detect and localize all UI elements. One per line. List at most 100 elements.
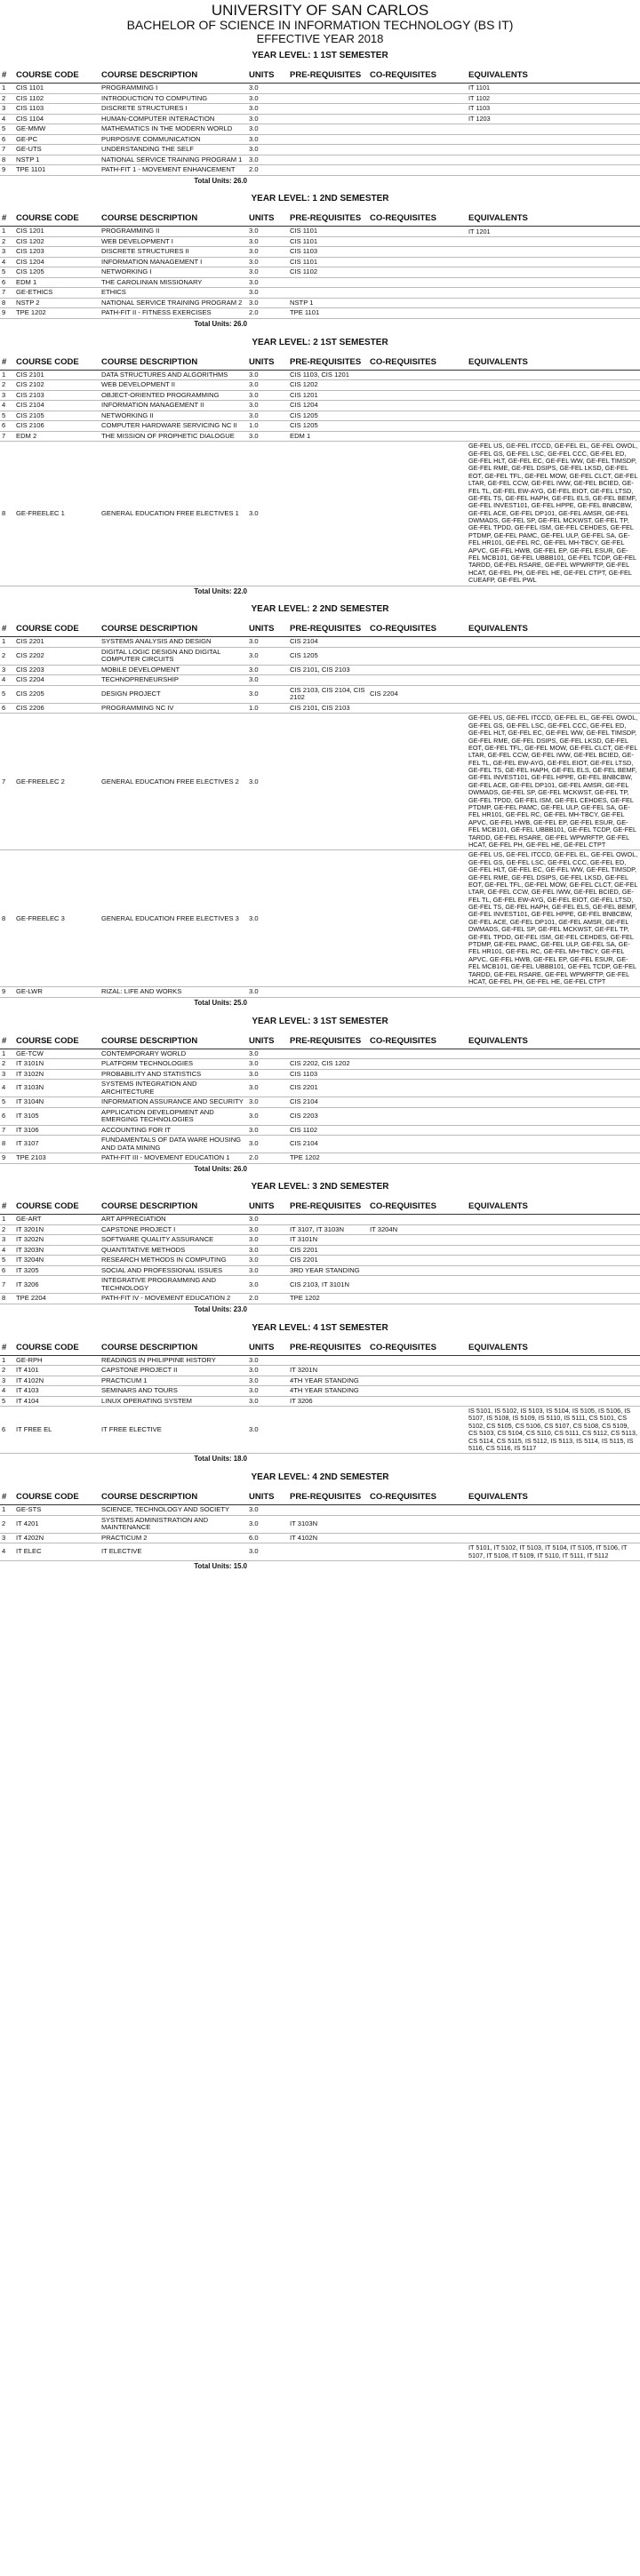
pre-requisites-cell bbox=[288, 674, 368, 686]
co-requisites-cell bbox=[368, 103, 467, 115]
equivalents-cell bbox=[467, 267, 640, 278]
course-description-cell: PROGRAMMING I bbox=[100, 83, 247, 94]
equivalents-cell bbox=[467, 1135, 640, 1154]
course-code-cell: CIS 2201 bbox=[14, 636, 100, 648]
units-cell: 3.0 bbox=[247, 298, 288, 309]
table-row: 7 GE-ETHICS ETHICS 3.0 bbox=[0, 287, 640, 299]
total-spacer bbox=[247, 997, 640, 1009]
column-header-units: UNITS bbox=[247, 1192, 288, 1216]
co-requisites-cell: CIS 2204 bbox=[368, 685, 467, 704]
column-header-units: UNITS bbox=[247, 614, 288, 638]
column-header-course-description: COURSE DESCRIPTION bbox=[100, 347, 247, 371]
co-requisites-cell bbox=[368, 1135, 467, 1154]
units-cell: 3.0 bbox=[247, 257, 288, 268]
co-requisites-cell bbox=[368, 1376, 467, 1387]
equivalents-cell bbox=[467, 636, 640, 648]
equivalents-cell bbox=[467, 420, 640, 432]
course-code-cell: GE-FREELEC 3 bbox=[14, 849, 100, 988]
co-requisites-cell bbox=[368, 144, 467, 156]
table-row: 1 CIS 1101 PROGRAMMING I 3.0 IT 1101 bbox=[0, 83, 640, 94]
table-header-row: # COURSE CODE COURSE DESCRIPTION UNITS PRE-R… bbox=[0, 60, 640, 84]
column-header-co-requisites: CO-REQUISITES bbox=[368, 1025, 467, 1049]
table-row: 7 EDM 2 THE MISSION OF PROPHETIC DIALOGUE 3… bbox=[0, 431, 640, 443]
table-row: 9 GE-LWR RIZAL: LIFE AND WORKS 3.0 bbox=[0, 986, 640, 998]
course-description-cell: READINGS IN PHILIPPINE HISTORY bbox=[100, 1355, 247, 1367]
course-code-cell: IT 3204N bbox=[14, 1255, 100, 1266]
row-number-cell: 8 bbox=[0, 1293, 14, 1304]
units-cell: 3.0 bbox=[247, 1097, 288, 1108]
table-row: 5 IT 3204N RESEARCH METHODS IN COMPUTING 3.… bbox=[0, 1255, 640, 1266]
column-header-pre-requisites: PRE-REQUISITES bbox=[288, 60, 368, 84]
total-spacer bbox=[247, 175, 640, 187]
column-header-row-number: # bbox=[0, 614, 14, 638]
pre-requisites-cell: CIS 2104 bbox=[288, 1097, 368, 1108]
course-table: # COURSE CODE COURSE DESCRIPTION UNITS PRE-R… bbox=[0, 347, 640, 598]
total-units: Total Units: 26.0 bbox=[194, 1164, 247, 1173]
document-header: UNIVERSITY OF SAN CARLOS BACHELOR OF SCI… bbox=[0, 2, 640, 45]
column-header-pre-requisites: PRE-REQUISITES bbox=[288, 347, 368, 371]
column-header-course-code: COURSE CODE bbox=[14, 203, 100, 227]
pre-requisites-cell: 3RD YEAR STANDING bbox=[288, 1265, 368, 1277]
row-number-cell: 4 bbox=[0, 1245, 14, 1256]
units-cell: 3.0 bbox=[247, 370, 288, 381]
units-cell: 3.0 bbox=[247, 1245, 288, 1256]
co-requisites-cell bbox=[368, 1097, 467, 1108]
total-units: Total Units: 15.0 bbox=[194, 1561, 247, 1570]
pre-requisites-cell: IT 3103N bbox=[288, 1515, 368, 1534]
row-number-cell: 3 bbox=[0, 665, 14, 676]
units-cell: 3.0 bbox=[247, 674, 288, 686]
table-row: 6 CIS 2106 COMPUTER HARDWARE SERVICING NC … bbox=[0, 420, 640, 432]
pre-requisites-cell: NSTP 1 bbox=[288, 298, 368, 309]
co-requisites-cell bbox=[368, 1058, 467, 1070]
table-row: 7 IT 3106 ACCOUNTING FOR IT 3.0 CIS 1102 bbox=[0, 1125, 640, 1136]
table-row: 2 IT 4101 CAPSTONE PROJECT II 3.0 IT 3201N bbox=[0, 1365, 640, 1376]
table-row: 4 IT 3203N QUANTITATIVE METHODS 3.0 CIS 2201 bbox=[0, 1245, 640, 1256]
co-requisites-cell bbox=[368, 400, 467, 411]
row-number-cell: 3 bbox=[0, 1234, 14, 1246]
table-row: 7 GE-FREELEC 2 GENERAL EDUCATION FREE ELEC… bbox=[0, 713, 640, 851]
table-row: 2 IT 4201 SYSTEMS ADMINISTRATION AND MAINT… bbox=[0, 1515, 640, 1534]
table-row: 1 GE-STS SCIENCE, TECHNOLOGY AND SOCIETY 3.… bbox=[0, 1504, 640, 1516]
equivalents-cell bbox=[467, 1152, 640, 1164]
pre-requisites-cell: CIS 2101, CIS 2103 bbox=[288, 665, 368, 676]
units-cell: 3.0 bbox=[247, 379, 288, 391]
pre-requisites-cell: IT 3206 bbox=[288, 1396, 368, 1408]
course-description-cell: ETHICS bbox=[100, 287, 247, 299]
course-description-cell: OBJECT-ORIENTED PROGRAMMING bbox=[100, 390, 247, 402]
equivalents-cell bbox=[467, 379, 640, 391]
equivalents-cell bbox=[467, 1355, 640, 1367]
course-description-cell: TECHNOPRENEURSHIP bbox=[100, 674, 247, 686]
units-cell: 3.0 bbox=[247, 144, 288, 156]
equivalents-cell bbox=[467, 124, 640, 135]
table-row: 3 IT 3102N PROBABILITY AND STATISTICS 3.0 CI… bbox=[0, 1069, 640, 1081]
column-header-units: UNITS bbox=[247, 60, 288, 84]
course-code-cell: IT 3201N bbox=[14, 1224, 100, 1236]
row-number-cell: 9 bbox=[0, 307, 14, 319]
units-cell: 3.0 bbox=[247, 1406, 288, 1455]
equivalents-cell: GE-FEL US, GE-FEL ITCCD, GE-FEL EL, GE-F… bbox=[467, 849, 640, 988]
column-header-course-code: COURSE CODE bbox=[14, 60, 100, 84]
row-number-cell: 3 bbox=[0, 390, 14, 402]
course-description-cell: DESIGN PROJECT bbox=[100, 685, 247, 704]
equivalents-cell bbox=[467, 298, 640, 309]
column-header-co-requisites: CO-REQUISITES bbox=[368, 614, 467, 638]
units-cell: 1.0 bbox=[247, 703, 288, 714]
course-code-cell: GE-RPH bbox=[14, 1355, 100, 1367]
pre-requisites-cell: CIS 1101 bbox=[288, 257, 368, 268]
pre-requisites-cell: CIS 2103, IT 3101N bbox=[288, 1275, 368, 1295]
table-row: 9 TPE 1202 PATH-FIT II - FITNESS EXERCISES… bbox=[0, 307, 640, 319]
table-row: 2 IT 3101N PLATFORM TECHNOLOGIES 3.0 CIS 220… bbox=[0, 1058, 640, 1070]
course-code-cell: IT 4102N bbox=[14, 1376, 100, 1387]
pre-requisites-cell: 4TH YEAR STANDING bbox=[288, 1385, 368, 1397]
total-units: Total Units: 18.0 bbox=[194, 1455, 247, 1463]
row-number-cell: 4 bbox=[0, 400, 14, 411]
column-header-row-number: # bbox=[0, 60, 14, 84]
semester-title: YEAR LEVEL: 2 2ND SEMESTER bbox=[251, 604, 389, 615]
table-row: 8 GE-FREELEC 3 GENERAL EDUCATION FREE ELEC… bbox=[0, 849, 640, 988]
pre-requisites-cell: CIS 1201 bbox=[288, 390, 368, 402]
course-description-cell: WEB DEVELOPMENT II bbox=[100, 379, 247, 391]
co-requisites-cell bbox=[368, 411, 467, 422]
units-cell: 3.0 bbox=[247, 236, 288, 248]
column-header-co-requisites: CO-REQUISITES bbox=[368, 1192, 467, 1216]
column-header-pre-requisites: PRE-REQUISITES bbox=[288, 614, 368, 638]
